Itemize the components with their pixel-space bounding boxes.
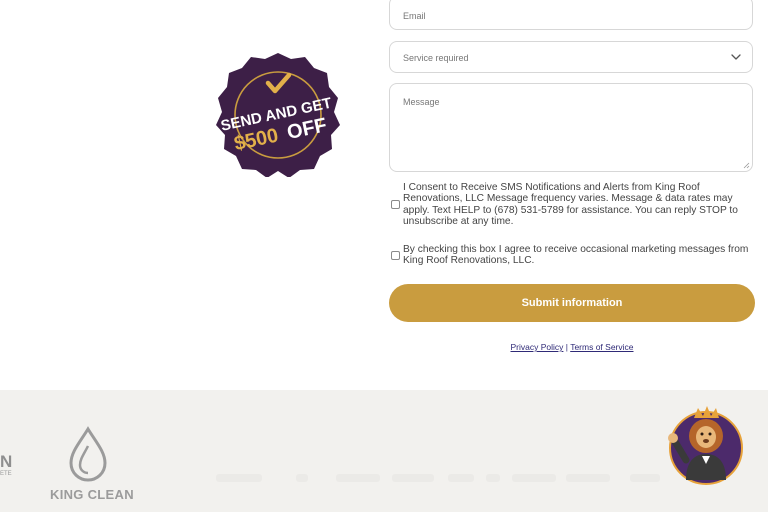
consent-marketing-row: By checking this box I agree to receive … [391, 244, 753, 270]
faded-logo-2 [296, 474, 308, 482]
lion-mascot-icon[interactable] [662, 404, 746, 488]
resize-grip-icon[interactable] [743, 162, 750, 169]
partial-brand-logo: N [0, 452, 13, 471]
submit-button[interactable]: Submit information [389, 284, 755, 322]
faded-logo-1 [216, 474, 262, 482]
consent-marketing-text: By checking this box I agree to receive … [403, 244, 749, 267]
consent-sms-row: I Consent to Receive SMS Notifications a… [391, 182, 753, 230]
service-select[interactable]: Service required [389, 41, 753, 73]
message-textarea[interactable]: Message [389, 83, 753, 172]
privacy-policy-link[interactable]: Privacy Policy [510, 342, 563, 352]
consent-sms-text: I Consent to Receive SMS Notifications a… [403, 182, 738, 228]
faded-logo-5 [448, 474, 474, 482]
faded-logo-9 [630, 474, 660, 482]
service-placeholder: Service required [403, 53, 469, 63]
partial-brand-subtext: ETE [0, 471, 12, 477]
chevron-down-icon [731, 54, 741, 60]
faded-logo-7 [512, 474, 556, 482]
legal-links: Privacy Policy | Terms of Service [389, 342, 755, 352]
faded-logo-4 [392, 474, 434, 482]
consent-sms-checkbox[interactable] [391, 200, 400, 209]
water-drop-icon [69, 426, 107, 482]
king-clean-logo-text: KING CLEAN [50, 487, 134, 502]
email-field[interactable]: Email [389, 0, 753, 30]
footer-brands: N ETE KING CLEAN [0, 390, 768, 512]
faded-logo-6 [486, 474, 500, 482]
email-placeholder: Email [403, 11, 426, 21]
legal-separator: | [565, 342, 568, 352]
faded-logo-3 [336, 474, 380, 482]
consent-marketing-checkbox[interactable] [391, 251, 400, 260]
message-placeholder: Message [403, 97, 440, 107]
promo-badge: SEND AND GET $500 OFF [216, 53, 340, 177]
terms-of-service-link[interactable]: Terms of Service [570, 342, 633, 352]
faded-logo-8 [566, 474, 610, 482]
